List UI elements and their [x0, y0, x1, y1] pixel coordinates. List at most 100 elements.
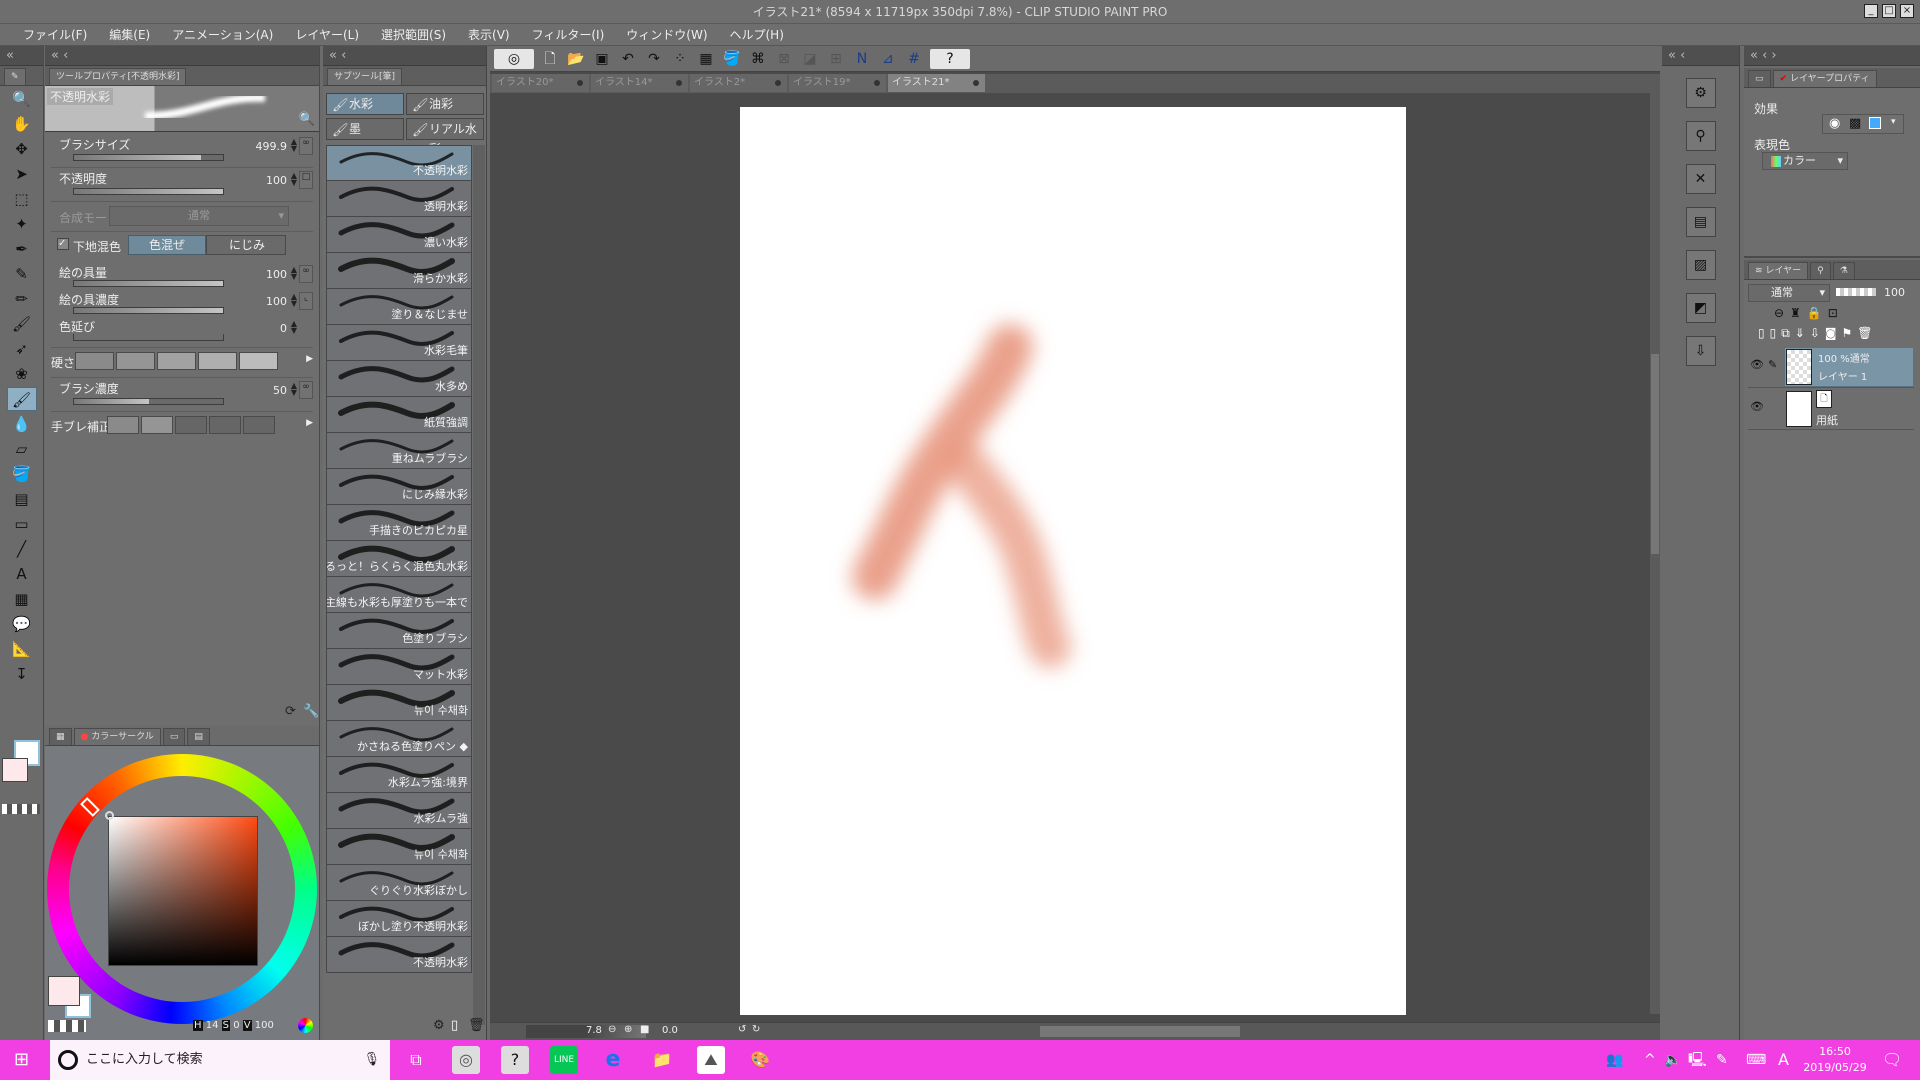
- sub-tool-item[interactable]: 水彩ムラ強: [326, 793, 472, 829]
- gradient-crop-icon[interactable]: ◪: [800, 49, 820, 69]
- eye-icon[interactable]: 👁: [1750, 400, 1764, 413]
- brush-icon[interactable]: 🖌: [7, 312, 37, 336]
- color-mix-option[interactable]: 色混ぜ: [128, 235, 206, 255]
- sub-tool-item[interactable]: ぼかし塗り不透明水彩: [326, 901, 472, 937]
- menu-item[interactable]: 選択範囲(S): [370, 24, 457, 45]
- clip-studio-taskbar-icon[interactable]: ◎: [452, 1046, 480, 1074]
- task-view-icon[interactable]: ⧉: [402, 1046, 430, 1074]
- brush-density-value[interactable]: 50: [273, 384, 287, 397]
- panel-collapse-bar[interactable]: « ‹: [45, 46, 319, 66]
- layer-row[interactable]: 👁 🗋 用紙: [1748, 388, 1914, 430]
- sub-tool-item[interactable]: ぐりぐり水彩ぼかし: [326, 865, 472, 901]
- tone-effect-icon[interactable]: ▩: [1849, 116, 1861, 131]
- border-effect-icon[interactable]: ◉: [1829, 116, 1840, 131]
- sub-tool-item[interactable]: にじみ縁水彩: [326, 469, 472, 505]
- touch-keyboard-icon[interactable]: ⌨: [1746, 1040, 1766, 1080]
- line-app-icon[interactable]: LINE: [550, 1046, 578, 1074]
- layer-property-tab[interactable]: ✔ レイヤープロパティ: [1773, 70, 1877, 87]
- photos-app-icon[interactable]: ⛰: [697, 1046, 725, 1074]
- close-tab-icon[interactable]: [874, 80, 880, 86]
- open-folder-icon[interactable]: 📂: [566, 49, 586, 69]
- pencil-icon[interactable]: ✏: [7, 287, 37, 311]
- layer-search-tab[interactable]: ⚲: [1810, 262, 1831, 279]
- layer-command-icons[interactable]: ▯▯⧉⇓⇩◙⚑🗑: [1758, 326, 1878, 341]
- grid-icon[interactable]: ⊞: [826, 49, 846, 69]
- close-button[interactable]: ×: [1900, 4, 1914, 18]
- navigator-tab[interactable]: ▭: [1748, 70, 1771, 87]
- close-tab-icon[interactable]: [775, 80, 781, 86]
- layer-settings-icon[interactable]: ⚙: [1686, 78, 1716, 108]
- spinner-icon[interactable]: ▲▼: [291, 138, 297, 152]
- canvas-horizontal-scrollbar[interactable]: [1040, 1026, 1240, 1037]
- clock[interactable]: 16:502019/05/29: [1800, 1044, 1870, 1076]
- document-tab[interactable]: イラスト19*: [789, 74, 886, 92]
- rotate-left-icon[interactable]: ↺: [738, 1024, 746, 1035]
- taskbar-search-box[interactable]: ここに入力して検索 🎙: [50, 1040, 390, 1080]
- sub-tool-item[interactable]: 紙質強調: [326, 397, 472, 433]
- sub-tool-item[interactable]: 滑らか水彩: [326, 253, 472, 289]
- layer-search-icon[interactable]: ⚲: [1686, 121, 1716, 151]
- color-history-tab[interactable]: ▤: [187, 728, 210, 745]
- hardness-presets[interactable]: [75, 352, 278, 370]
- zoom-value[interactable]: 7.8: [586, 1025, 602, 1036]
- navigator-icon[interactable]: ◩: [1686, 293, 1716, 323]
- panel-collapse-bar[interactable]: «: [0, 46, 43, 66]
- menu-item[interactable]: レイヤー(L): [284, 24, 370, 45]
- sub-tool-item[interactable]: 色塗りブラシ: [326, 613, 472, 649]
- opacity-value[interactable]: 100: [266, 174, 287, 187]
- bleed-option[interactable]: にじみ: [206, 235, 286, 255]
- decoration-icon[interactable]: ❀: [7, 362, 37, 386]
- menu-item[interactable]: ヘルプ(H): [719, 24, 795, 45]
- sub-tool-item[interactable]: 뉴이 수채화: [326, 685, 472, 721]
- color-stretch-slider[interactable]: [73, 334, 224, 341]
- zoom-out-icon[interactable]: ⊖: [608, 1024, 616, 1035]
- paint-density-slider[interactable]: [73, 307, 224, 314]
- download-material-icon[interactable]: ⇩: [1686, 336, 1716, 366]
- opacity-slider[interactable]: [73, 188, 224, 195]
- sub-tool-tab[interactable]: サブツール[筆]: [327, 68, 402, 85]
- blend-mode-dropdown[interactable]: 通常▾: [1748, 284, 1830, 302]
- sv-cursor[interactable]: [105, 811, 114, 820]
- sub-tool-item[interactable]: 不透明水彩: [326, 145, 472, 181]
- close-tab-icon[interactable]: [577, 80, 583, 86]
- layer-opacity-value[interactable]: 100: [1884, 286, 1905, 299]
- menu-item[interactable]: ウィンドウ(W): [615, 24, 718, 45]
- clip-studio-paint-taskbar-icon[interactable]: ?: [501, 1046, 529, 1074]
- clip-studio-icon[interactable]: ◎: [494, 49, 534, 69]
- panel-collapse-bar[interactable]: « ‹: [1662, 46, 1739, 66]
- sub-tool-item[interactable]: 主線も水彩も厚塗りも一本で: [326, 577, 472, 613]
- snap-ruler-icon[interactable]: N: [852, 49, 872, 69]
- new-sub-tool-icon[interactable]: ▯: [451, 1018, 458, 1033]
- line-icon[interactable]: ╱: [7, 537, 37, 561]
- pressure-icon[interactable]: ∞: [299, 265, 313, 283]
- color-slider-tab[interactable]: ▭: [163, 728, 186, 745]
- category-oil[interactable]: 🖌油彩: [406, 93, 484, 115]
- file-explorer-icon[interactable]: 📁: [648, 1046, 676, 1074]
- panel-collapse-bar[interactable]: « ‹: [323, 46, 486, 66]
- spinner-icon[interactable]: ▲▼: [291, 382, 297, 396]
- layer-lock-icons[interactable]: ⊖♜🔒⊡: [1774, 306, 1844, 320]
- transparent-color-swatch[interactable]: [2, 804, 40, 814]
- auto-action-tab[interactable]: ⚗: [1833, 262, 1855, 279]
- sub-tool-scrollbar[interactable]: [473, 145, 485, 1025]
- brush-size-slider[interactable]: [73, 154, 224, 161]
- balloon-icon[interactable]: 💬: [7, 612, 37, 636]
- snap-grid-icon[interactable]: #: [904, 49, 924, 69]
- clear-selection-icon[interactable]: ⁘: [670, 49, 690, 69]
- color-circle-tab[interactable]: ● カラーサークル: [74, 728, 161, 745]
- wrench-icon[interactable]: 🔧: [303, 704, 319, 719]
- redo-icon[interactable]: ↷: [644, 49, 664, 69]
- transparent-color-swatch[interactable]: [48, 1020, 86, 1032]
- paint-density-value[interactable]: 100: [266, 295, 287, 308]
- blend-mode-dropdown[interactable]: 通常 ▾: [109, 206, 289, 226]
- chevron-right-icon[interactable]: ▶: [306, 418, 313, 428]
- sub-tool-item[interactable]: マット水彩: [326, 649, 472, 685]
- stabilization-presets[interactable]: [107, 416, 275, 434]
- layer-color-icon[interactable]: [1869, 117, 1881, 129]
- frame-icon[interactable]: ▦: [7, 587, 37, 611]
- category-real-watercolor[interactable]: 🖌リアル水彩: [406, 118, 484, 140]
- spinner-icon[interactable]: ▲▼: [291, 293, 297, 307]
- chevron-down-icon[interactable]: ▾: [1891, 117, 1896, 127]
- document-tab[interactable]: イラスト14*: [591, 74, 688, 92]
- main-color-swatch[interactable]: [48, 976, 80, 1006]
